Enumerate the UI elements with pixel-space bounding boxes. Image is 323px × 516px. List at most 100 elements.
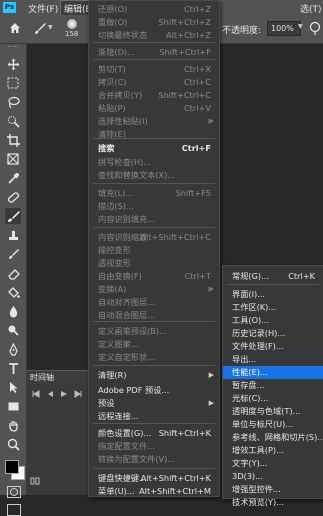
edit-menu-item: 拷贝(C) Ctrl+C — [89, 76, 219, 89]
brush-size-value: 158 — [65, 30, 79, 38]
panel-grip[interactable] — [8, 46, 18, 49]
preferences-menu-item[interactable]: 光标(C)... — [223, 392, 323, 405]
preferences-menu-item[interactable]: 工具(O)... — [223, 314, 323, 327]
preferences-menu-item[interactable]: 技术预览(Y)... — [223, 496, 323, 509]
menu-item-label: 查找和替换文本(X)... — [98, 170, 176, 180]
edit-menu-item[interactable]: 搜索 Ctrl+F — [89, 142, 219, 155]
brush-tool-icon[interactable] — [5, 208, 21, 224]
menu-item-label: 文件处理(F)... — [232, 341, 284, 351]
menu-item-label: 暂存盘... — [232, 380, 265, 390]
path-select-tool-icon[interactable] — [5, 379, 21, 395]
type-tool-icon[interactable] — [5, 360, 21, 376]
home-icon[interactable] — [9, 22, 21, 34]
preferences-menu-item[interactable]: 界面(I)... — [223, 288, 323, 301]
menu-separator — [93, 183, 215, 184]
hand-tool-icon[interactable] — [5, 417, 21, 433]
menu-item-label: 工作区(K)... — [232, 302, 277, 312]
history-brush-tool-icon[interactable] — [5, 246, 21, 262]
menu-item-label: 操控变形 — [98, 245, 131, 255]
eyedropper-tool-icon[interactable] — [5, 170, 21, 186]
edit-menu-item[interactable]: 清理(R) ▶ — [89, 369, 219, 382]
menu-item-label: 合并拷贝(Y) — [98, 90, 143, 100]
menu-separator — [93, 42, 215, 43]
pen-tool-icon[interactable] — [5, 341, 21, 357]
preferences-menu-item[interactable]: 常规(G)... Ctrl+K — [223, 270, 323, 283]
menu-item-shortcut: Ctrl+C — [183, 77, 211, 87]
menu-select[interactable]: 选(T) — [300, 2, 322, 15]
edit-menu-item[interactable]: 预设 ▶ — [89, 397, 219, 410]
paint-bucket-tool-icon[interactable] — [5, 284, 21, 300]
menu-file[interactable]: 文件(F) — [28, 2, 58, 15]
menu-item-label: 工具(O)... — [232, 315, 270, 325]
preferences-menu-item[interactable]: 增效工具(P)... — [223, 444, 323, 457]
pressure-opacity-icon[interactable] — [309, 21, 321, 35]
opacity-field[interactable]: 100% — [267, 21, 301, 36]
edit-menu-item[interactable]: Adobe PDF 预设... — [89, 384, 219, 397]
preferences-menu-item[interactable]: 单位与标尺(U)... — [223, 418, 323, 431]
edit-menu-item[interactable]: 颜色设置(G)... Shift+Ctrl+K — [89, 427, 219, 440]
menu-item-label: 性能(E)... — [232, 367, 268, 377]
brush-tool-preset-icon[interactable] — [33, 22, 47, 36]
zoom-tool-icon[interactable] — [5, 436, 21, 452]
menu-item-shortcut: Ctrl+V — [183, 103, 211, 113]
menu-item-label: 增强型控件... — [232, 484, 281, 494]
preferences-menu-item[interactable]: 暂存盘... — [223, 379, 323, 392]
menu-separator — [93, 365, 215, 366]
chevron-down-icon[interactable]: ▼ — [48, 24, 53, 31]
preferences-menu-item[interactable]: 参考线、网格和切片(S)... — [223, 431, 323, 444]
edit-menu-item: 查找和替换文本(X)... — [89, 169, 219, 182]
brush-preset-picker[interactable]: 158 — [60, 17, 84, 39]
menu-item-label: 渐隐(D)... — [98, 47, 135, 57]
menu-item-label: 技术预览(Y)... — [232, 497, 284, 507]
edit-menu-item: 内容识别缩放 Alt+Shift+Ctrl+C — [89, 231, 219, 244]
menu-item-label: 界面(I)... — [232, 289, 265, 299]
preferences-menu-item[interactable]: 透明度与色域(T)... — [223, 405, 323, 418]
preferences-menu-item[interactable]: 历史记录(H)... — [223, 327, 323, 340]
prev-frame-icon[interactable] — [46, 390, 54, 398]
menu-item-label: 搜索 — [98, 143, 115, 153]
quick-mask-icon[interactable] — [7, 486, 21, 498]
eraser-tool-icon[interactable] — [5, 265, 21, 281]
menu-item-label: 切换最终状态 — [98, 30, 148, 40]
tab-timeline[interactable]: 时间轴 — [26, 370, 95, 384]
opacity-label: 不透明度: — [222, 26, 262, 36]
rectangle-tool-icon[interactable] — [5, 398, 21, 414]
blur-tool-icon[interactable] — [5, 303, 21, 319]
edit-menu-item[interactable]: 菜单(U)... Alt+Shift+Ctrl+M — [89, 485, 219, 498]
marquee-tool-icon[interactable] — [5, 75, 21, 91]
preferences-menu-item[interactable]: 文件处理(F)... — [223, 340, 323, 353]
menu-item-label: 填充(L)... — [98, 188, 134, 198]
menu-separator — [93, 59, 215, 60]
chevron-down-icon[interactable]: ▼ — [298, 23, 303, 30]
foreground-color-swatch[interactable] — [5, 460, 19, 474]
preferences-menu-item[interactable]: 工作区(K)... — [223, 301, 323, 314]
edit-menu-item[interactable]: 远程连接... — [89, 410, 219, 423]
menu-item-shortcut: Ctrl+K — [288, 271, 315, 281]
preferences-menu-item[interactable]: 性能(E)... — [223, 366, 323, 379]
edit-menu-item: 还原(O) Ctrl+Z — [89, 3, 219, 16]
move-tool-icon[interactable] — [5, 56, 21, 72]
menu-item-label: 重做(O) — [98, 17, 128, 27]
preferences-menu-item[interactable]: 导出... — [223, 353, 323, 366]
healing-brush-tool-icon[interactable] — [5, 189, 21, 205]
preferences-menu-item[interactable]: 文字(Y)... — [223, 457, 323, 470]
crop-tool-icon[interactable] — [5, 132, 21, 148]
play-icon[interactable] — [60, 390, 68, 398]
frame-tool-icon[interactable] — [5, 151, 21, 167]
preferences-menu-item[interactable]: 3D(3)... — [223, 470, 323, 483]
menu-item-label: 透明度与色域(T)... — [232, 406, 301, 416]
convert-frame-icon[interactable] — [30, 477, 40, 485]
preferences-menu-item[interactable]: 增强型控件... — [223, 483, 323, 496]
dodge-tool-icon[interactable] — [5, 322, 21, 338]
menu-item-label: 变换(A) — [98, 284, 127, 294]
edit-menu-item: 变换(A) ▶ — [89, 283, 219, 296]
preferences-submenu: 常规(G)... Ctrl+K 界面(I)... 工作区(K)... 工具(O)... 历… — [222, 265, 323, 507]
first-frame-icon[interactable] — [32, 390, 40, 398]
screen-mode-icon[interactable] — [7, 504, 21, 516]
quick-select-tool-icon[interactable] — [5, 113, 21, 129]
menu-item-label: 远程连接... — [98, 411, 139, 421]
clone-stamp-tool-icon[interactable] — [5, 227, 21, 243]
next-frame-icon[interactable] — [74, 390, 82, 398]
edit-menu-item[interactable]: 键盘快捷键... Alt+Shift+Ctrl+K — [89, 472, 219, 485]
lasso-tool-icon[interactable] — [5, 94, 21, 110]
